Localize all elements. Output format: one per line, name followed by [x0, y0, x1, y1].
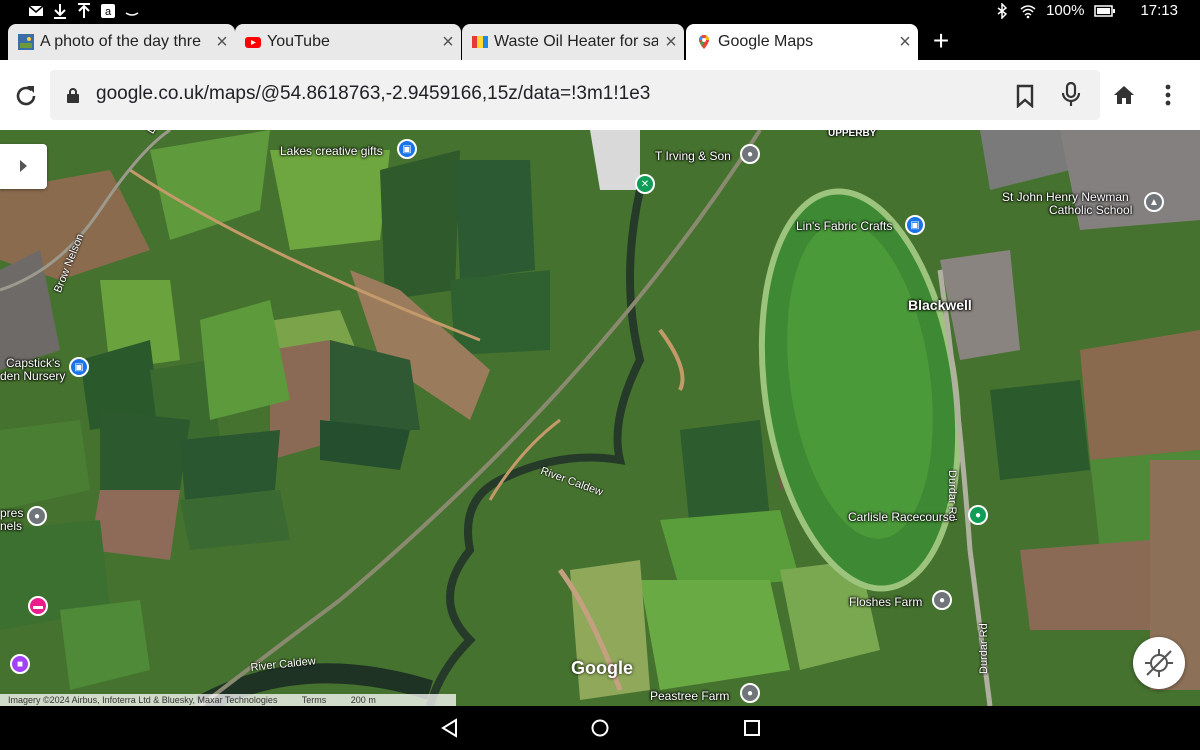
place-label-capsticks-line-1[interactable]: Capstick's — [6, 356, 60, 370]
url-text[interactable]: google.co.uk/maps/@54.8618763,-2.9459166… — [96, 83, 650, 105]
bluetooth-icon — [997, 3, 1008, 19]
place-label-lins-fabric-crafts[interactable]: Lin's Fabric Crafts — [796, 219, 892, 233]
location-pin-icon[interactable]: ● — [740, 144, 760, 164]
side-panel-toggle-button[interactable] — [0, 144, 47, 189]
mail-icon — [28, 5, 44, 16]
photo-favicon-icon — [18, 34, 34, 50]
restaurant-pin-icon[interactable]: ✕ — [635, 174, 655, 194]
racecourse-pin-icon[interactable]: ● — [968, 505, 988, 525]
location-pin-icon[interactable]: ● — [932, 590, 952, 610]
area-label-upperby: UPPERBY — [828, 130, 877, 139]
address-bar[interactable]: google.co.uk/maps/@54.8618763,-2.9459166… — [50, 70, 1100, 120]
upload-icon — [78, 3, 90, 18]
google-logo: Google — [571, 658, 633, 678]
place-label-st-john-line-1[interactable]: St John Henry Newman — [1002, 190, 1129, 204]
place-label-st-john-line-2[interactable]: Catholic School — [1049, 203, 1132, 217]
heater-favicon-icon — [472, 36, 488, 48]
place-label-floshes-farm[interactable]: Floshes Farm — [849, 595, 922, 609]
place-label-peastree-farm[interactable]: Peastree Farm — [650, 689, 729, 703]
tab-title: Waste Oil Heater for sa — [494, 33, 658, 50]
road-label-durdar-rd-2: Durdar Rd — [978, 623, 990, 674]
back-icon[interactable] — [440, 718, 460, 738]
maps-favicon-icon — [699, 35, 709, 49]
new-tab-button[interactable]: + — [925, 26, 957, 58]
location-crosshair-icon — [1145, 649, 1173, 677]
place-label-carlisle-racecourse[interactable]: Carlisle Racecourse — [848, 510, 955, 524]
cloud-icon — [125, 12, 139, 16]
shopping-pin-icon[interactable]: ▣ — [905, 215, 925, 235]
lodging-pin-icon[interactable]: ■ — [10, 654, 30, 674]
svg-text:a: a — [105, 6, 112, 18]
satellite-map[interactable]: Lakes creative gifts ▣ T Irving & Son ● … — [0, 130, 1200, 706]
shopping-pin-icon[interactable]: ▣ — [397, 139, 417, 159]
bookmark-icon[interactable] — [1014, 84, 1036, 108]
school-pin-icon[interactable]: ▲ — [1144, 192, 1164, 212]
satellite-imagery — [0, 130, 1200, 706]
place-label-pores-line-1[interactable]: pres — [0, 506, 23, 520]
shopping-pin-icon[interactable]: ▣ — [69, 357, 89, 377]
battery-percent: 100% — [1046, 2, 1085, 19]
more-options-icon[interactable] — [1158, 82, 1178, 108]
reload-icon[interactable] — [12, 82, 40, 110]
my-location-button[interactable] — [1133, 637, 1185, 689]
place-label-pores-line-2[interactable]: nels — [0, 519, 22, 533]
tab-strip: A photo of the day thre × YouTube × Wast… — [0, 22, 1200, 60]
hotel-pin-icon[interactable]: ▬ — [28, 596, 48, 616]
area-label-blackwell: Blackwell — [908, 297, 972, 313]
close-tab-icon[interactable]: × — [892, 31, 918, 54]
home-circle-icon[interactable] — [590, 718, 610, 738]
tab-title: A photo of the day thre — [40, 33, 202, 50]
location-pin-icon[interactable]: ● — [740, 683, 760, 703]
tab-youtube[interactable]: YouTube × — [235, 24, 461, 60]
home-icon[interactable] — [1112, 83, 1136, 107]
scale-label: 200 m — [350, 695, 376, 705]
lock-icon — [67, 88, 79, 103]
tab-google-maps[interactable]: Google Maps × — [686, 24, 918, 60]
microphone-icon[interactable] — [1060, 82, 1082, 108]
terms-link[interactable]: Terms — [302, 695, 327, 705]
imagery-credit: Imagery ©2024 Airbus, Infoterra Ltd & Bl… — [8, 695, 278, 705]
status-bar: a 100% 17:13 — [0, 0, 1200, 22]
map-attribution: Imagery ©2024 Airbus, Infoterra Ltd & Bl… — [0, 694, 456, 706]
location-pin-icon[interactable]: ● — [27, 506, 47, 526]
download-icon — [54, 4, 66, 19]
place-label-lakes-creative-gifts[interactable]: Lakes creative gifts — [280, 144, 383, 158]
close-tab-icon[interactable]: × — [435, 31, 461, 54]
android-nav-bar — [0, 706, 1200, 750]
place-label-t-irving[interactable]: T Irving & Son — [655, 149, 731, 163]
place-label-capsticks-line-2[interactable]: den Nursery — [0, 369, 65, 383]
youtube-favicon-icon — [245, 37, 261, 48]
recents-icon[interactable] — [743, 719, 761, 737]
tab-title: Google Maps — [718, 33, 814, 50]
tab-title: YouTube — [267, 33, 330, 50]
close-tab-icon[interactable]: × — [209, 31, 235, 54]
tab-waste-oil-heater[interactable]: Waste Oil Heater for sa × — [462, 24, 684, 60]
browser-toolbar: google.co.uk/maps/@54.8618763,-2.9459166… — [0, 60, 1200, 130]
amazon-icon: a — [101, 4, 115, 18]
tab-photo-of-the-day[interactable]: A photo of the day thre × — [8, 24, 235, 60]
wifi-icon — [1020, 5, 1036, 19]
clock: 17:13 — [1140, 2, 1178, 19]
battery-icon — [1094, 5, 1116, 17]
close-tab-icon[interactable]: × — [658, 31, 684, 54]
